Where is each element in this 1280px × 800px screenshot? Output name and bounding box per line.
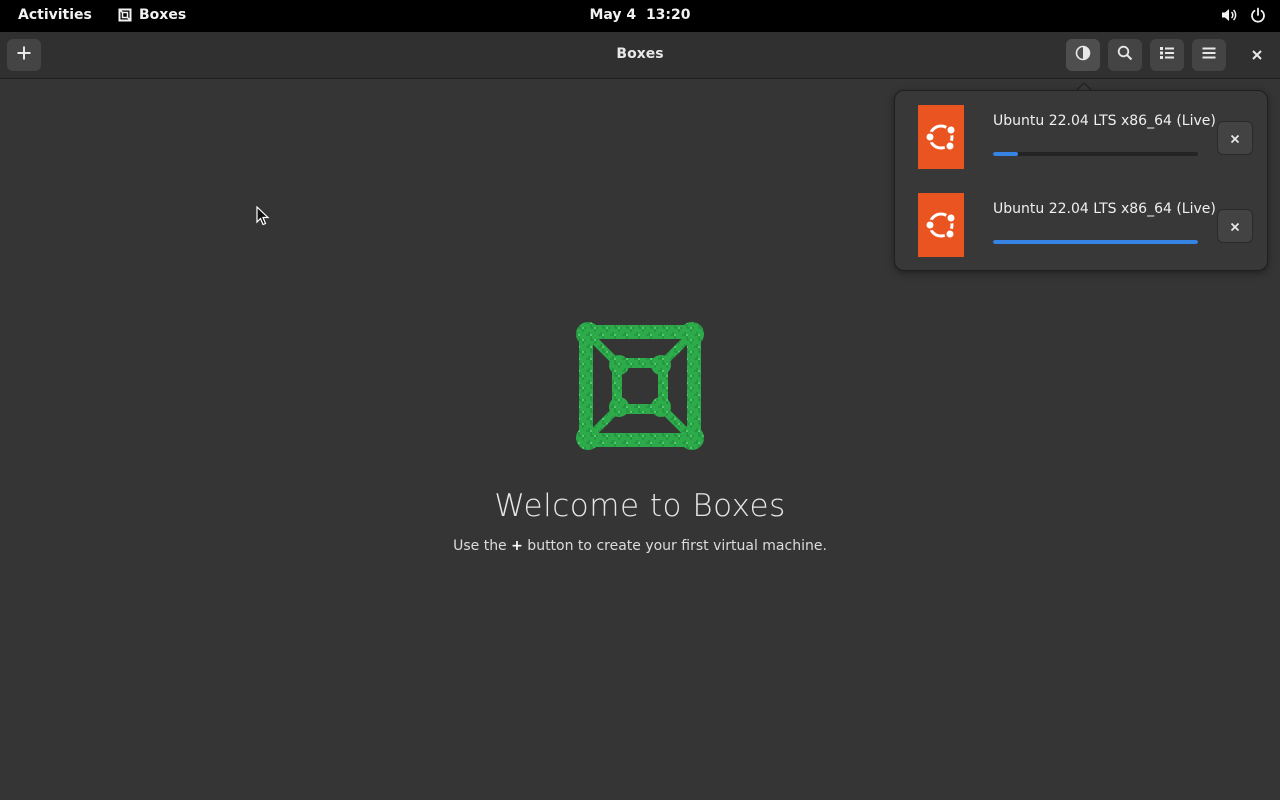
boxes-logo-icon [574,320,706,452]
view-toggle-button[interactable] [1150,39,1184,71]
close-icon [1230,217,1240,236]
search-icon [1117,45,1133,65]
new-vm-button[interactable] [7,39,41,71]
download-progress-bar [993,152,1198,156]
cancel-download-button[interactable] [1217,121,1253,155]
ubuntu-logo-icon [918,193,964,257]
volume-icon [1220,7,1238,23]
plus-glyph: + [511,538,523,554]
boxes-app-icon [117,7,133,23]
cancel-download-button[interactable] [1217,209,1253,243]
app-menu[interactable]: Boxes [117,7,186,23]
mouse-cursor-icon [256,206,270,226]
ubuntu-logo-icon [918,105,964,169]
window-close-button[interactable] [1240,39,1274,71]
search-button[interactable] [1108,39,1142,71]
clock-button[interactable]: May 4 13:20 [589,7,690,23]
system-menu[interactable] [1220,7,1266,23]
downloads-icon [1075,45,1091,65]
welcome-subtitle-end: button to create your first virtual mach… [522,538,827,554]
progress-fill [993,152,1018,156]
list-view-icon [1159,45,1175,65]
main-menu-button[interactable] [1192,39,1226,71]
download-item: Ubuntu 22.04 LTS x86_64 (Live) [895,179,1269,259]
progress-fill [993,240,1198,244]
welcome-subtitle: Use the + button to create your first vi… [0,538,1280,554]
clock-time: 13:20 [645,7,691,23]
download-progress-bar [993,240,1198,244]
download-name: Ubuntu 22.04 LTS x86_64 (Live) [993,113,1216,129]
welcome-title: Welcome to Boxes [494,488,786,524]
app-menu-label: Boxes [139,7,187,23]
clock: May 4 13:20 [0,7,1280,23]
downloads-button[interactable] [1066,39,1100,71]
gnome-top-bar: Activities Boxes May 4 13:20 [0,0,1280,32]
activities-button[interactable]: Activities [18,7,92,23]
download-item: Ubuntu 22.04 LTS x86_64 (Live) [895,91,1269,171]
clock-date: May 4 [589,7,637,23]
download-name: Ubuntu 22.04 LTS x86_64 (Live) [993,201,1216,217]
power-icon [1250,7,1266,23]
close-icon [1230,129,1240,148]
welcome-subtitle-start: Use the [453,538,512,554]
downloads-popover: Ubuntu 22.04 LTS x86_64 (Live) Ubuntu 22… [894,90,1268,271]
add-icon [16,45,32,65]
header-bar: Boxes [0,32,1280,79]
close-icon [1251,46,1263,65]
menu-icon [1201,45,1217,65]
